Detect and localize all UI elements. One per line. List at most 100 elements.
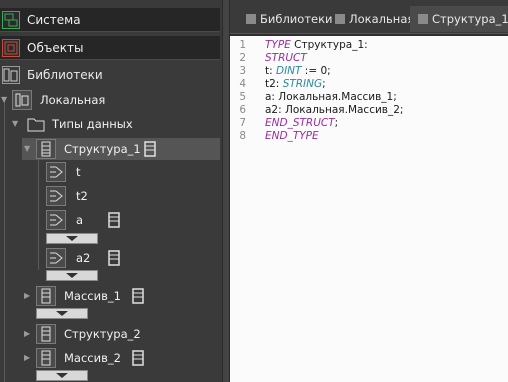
tree-item-data-types-label: Типы данных (52, 117, 133, 131)
code-line-6: a2: Локальная.Массив_2; (265, 104, 404, 116)
folder-icon (26, 114, 46, 134)
keyword: TYPE (265, 39, 291, 51)
expand-arrow-icon[interactable]: ▶ (24, 354, 32, 362)
chevron-down-icon (56, 311, 68, 316)
objects-icon (2, 39, 20, 57)
keyword: END_TYPE (265, 130, 319, 142)
array-edit-button[interactable] (130, 287, 146, 305)
expand-arrow-icon[interactable]: ▶ (24, 292, 32, 300)
tree-item-field-a[interactable]: a (46, 210, 216, 230)
tree-item-field-t[interactable]: t (46, 162, 216, 182)
expand-arrow-icon[interactable]: ▶ (24, 330, 32, 338)
tree-item-struct2-label: Структура_2 (64, 327, 141, 341)
tree-item-array2-label: Массив_2 (64, 351, 121, 365)
field-t-label: t (76, 165, 81, 179)
code-text: ; (322, 78, 326, 90)
code-text: Структура_1: (290, 39, 368, 51)
code-line-1: TYPE Структура_1: (265, 39, 368, 51)
field-a2-dropdown[interactable] (46, 270, 98, 281)
section-objects[interactable]: Объекты (0, 36, 220, 60)
tree-item-data-types[interactable]: ▼ Типы данных (0, 114, 220, 134)
tree-item-struct2[interactable]: ▶ Структура_2 (22, 324, 220, 344)
tab-local-label: Локальная (349, 12, 415, 26)
line-number: 8 (239, 130, 246, 142)
code-editor[interactable]: 1 2 3 4 5 6 7 8 TYPE Структура_1: STRUCT… (230, 36, 508, 382)
tree-item-array1-label: Массив_1 (64, 289, 121, 303)
code-text: t2: (265, 78, 283, 90)
collapse-arrow-icon[interactable]: ▼ (1, 96, 9, 104)
project-tree-panel: Система Объекты Библиотеки ▼ Локальная ▼… (0, 0, 222, 382)
section-libraries[interactable]: Библиотеки (0, 64, 220, 86)
code-text: t: (265, 65, 276, 77)
library-icon (12, 90, 32, 110)
type-name: STRING (282, 78, 323, 90)
tab-bar: Библиотеки Локальная Структура_1 (230, 0, 508, 34)
tree-item-field-t2[interactable]: t2 (46, 186, 216, 206)
line-number: 5 (239, 91, 246, 103)
tree-item-local[interactable]: ▼ Локальная (0, 90, 220, 110)
tree-guide-line (38, 160, 39, 270)
collapse-arrow-icon[interactable]: ▼ (24, 145, 32, 153)
code-line-5: a: Локальная.Массив_1; (265, 91, 397, 103)
code-line-7: END_STRUCT; (265, 117, 338, 129)
array-edit-button[interactable] (106, 211, 122, 229)
code-line-2: STRUCT (265, 52, 307, 64)
tab-libraries-label: Библиотеки (260, 12, 333, 26)
type-name: DINT (276, 65, 302, 77)
system-icon (2, 11, 20, 29)
tree-item-struct1-label: Структура_1 (64, 142, 141, 156)
field-icon (46, 210, 66, 230)
field-t2-label: t2 (76, 189, 88, 203)
line-number: 4 (239, 78, 246, 90)
array-edit-button[interactable] (130, 349, 146, 367)
tree-item-array2[interactable]: ▶ Массив_2 (22, 348, 220, 368)
tab-square-icon (335, 14, 345, 24)
struct-edit-button[interactable] (142, 140, 158, 158)
line-number: 3 (239, 65, 246, 77)
section-system[interactable]: Система (0, 8, 220, 32)
panel-splitter[interactable] (222, 0, 230, 382)
tree-item-array1[interactable]: ▶ Массив_1 (22, 286, 220, 306)
tree-item-struct1[interactable]: ▼ Структура_1 (22, 138, 220, 160)
chevron-down-icon (66, 273, 78, 278)
libraries-icon (2, 66, 20, 84)
keyword: END_STRUCT (265, 117, 335, 129)
code-text: := 0; (301, 65, 331, 77)
editor-panel: Библиотеки Локальная Структура_1 1 2 3 4… (230, 0, 508, 382)
array-edit-button[interactable] (106, 249, 122, 267)
field-a2-label: a2 (76, 251, 91, 265)
tab-libraries[interactable]: Библиотеки (238, 6, 334, 32)
line-number: 7 (239, 117, 246, 129)
section-objects-label: Объекты (27, 41, 84, 55)
chevron-down-icon (66, 236, 78, 241)
tab-square-icon (418, 14, 428, 24)
tree-item-field-a2[interactable]: a2 (46, 248, 216, 268)
array-icon (36, 286, 56, 306)
tree-item-local-label: Локальная (40, 93, 106, 107)
section-system-label: Система (27, 13, 81, 27)
tab-struct1-label: Структура_1 (432, 12, 508, 26)
field-a-label: a (76, 213, 84, 227)
struct-icon (36, 324, 56, 344)
line-number: 2 (239, 52, 246, 64)
array2-dropdown[interactable] (36, 370, 88, 381)
line-number: 1 (239, 39, 246, 51)
chevron-down-icon (56, 373, 68, 378)
code-text: ; (334, 117, 339, 129)
code-line-4: t2: STRING; (265, 78, 326, 90)
tab-local[interactable]: Локальная (327, 6, 415, 32)
line-number: 6 (239, 104, 246, 116)
field-icon (46, 186, 66, 206)
array1-dropdown[interactable] (36, 308, 88, 319)
array-icon (36, 348, 56, 368)
struct-icon (36, 139, 56, 159)
tree-guide-line (4, 100, 5, 382)
tab-square-icon (246, 14, 256, 24)
field-icon (46, 162, 66, 182)
tab-struct1[interactable]: Структура_1 (410, 6, 508, 32)
keyword: STRUCT (265, 52, 307, 64)
code-line-8: END_TYPE (265, 130, 319, 142)
code-line-3: t: DINT := 0; (265, 65, 331, 77)
field-a-dropdown[interactable] (46, 233, 98, 244)
collapse-arrow-icon[interactable]: ▼ (12, 120, 20, 128)
